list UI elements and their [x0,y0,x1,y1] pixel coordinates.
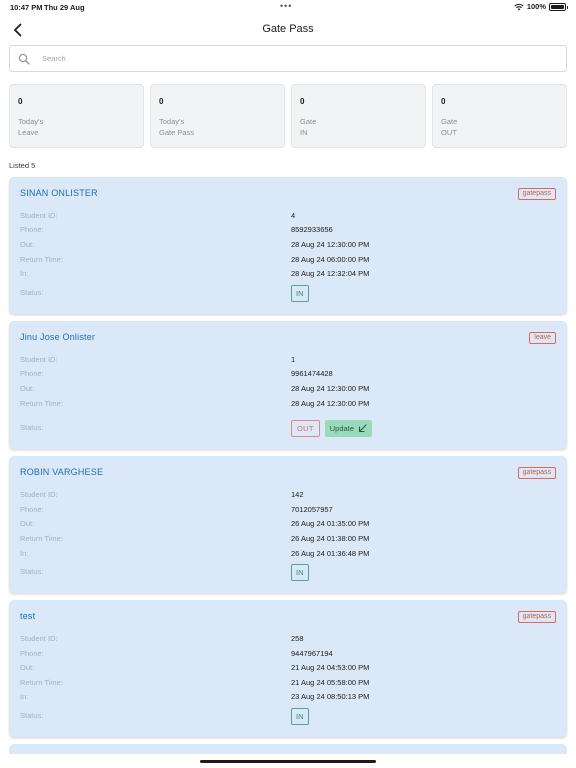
phone-label: Phone: [20,369,44,379]
search-icon [18,53,30,65]
return-time-value: 21 Aug 24 05:58:00 PM [291,677,370,687]
phone-value: 8592933656 [291,225,333,235]
stat-gate-out[interactable]: 0 Gate OUT [432,84,567,148]
arrow-down-left-icon [358,424,367,433]
phone-value: 9961474428 [291,369,333,379]
in-value: 26 Aug 24 01:36:48 PM [291,548,370,558]
gate-pass-card[interactable]: ROBIN VARGHESE gatepass Student ID: 142 P… [9,456,567,594]
student-id-label: Student ID: [20,210,58,220]
status-in-badge: IN [291,564,309,582]
student-id-label: Student ID: [20,634,58,644]
nav-bar: Gate Pass [0,16,576,44]
pass-type-badge: gatepass [517,467,556,480]
gate-pass-card[interactable]: SINAN ONLISTER gatepass Student ID: 4 Pho… [9,177,567,314]
in-value: 23 Aug 24 08:50:13 PM [291,692,370,702]
out-value: 28 Aug 24 12:30:00 PM [291,239,370,249]
in-label: In: [20,692,29,702]
wifi-icon [514,3,524,10]
stat-count: 0 [441,97,446,106]
battery-icon [549,2,568,11]
student-name: Jinu Jose Onlister [20,331,96,342]
return-time-value: 26 Aug 24 01:38:00 PM [291,533,370,543]
status-label: Status: [20,423,44,433]
pass-type-badge: gatepass [517,188,556,200]
out-label: Out: [20,239,35,249]
return-time-label: Return Time: [20,398,63,408]
gate-pass-list: SINAN ONLISTER gatepass Student ID: 4 Pho… [9,177,567,755]
stat-count: 0 [300,97,305,106]
pass-type-badge: gatepass [517,611,556,624]
battery-fill [551,4,564,9]
student-name: ROBIN VARGHESE [20,467,104,478]
pass-type-badge: leave [529,331,556,344]
status-date: Thu 29 Aug [44,3,85,12]
phone-label: Phone: [20,648,44,658]
phone-label: Phone: [20,225,44,235]
out-value: 28 Aug 24 12:30:00 PM [291,383,370,393]
page-title: Gate Pass [262,23,314,35]
in-label: In: [20,269,29,279]
in-value: 28 Aug 24 12:32:04 PM [291,269,370,279]
status-out-badge: OUT [291,420,320,438]
phone-value: 7012057957 [291,504,333,514]
home-indicator[interactable] [200,760,376,763]
battery-percent: 100% [526,2,546,11]
student-id-value: 258 [291,634,304,644]
stats-row: 0 Today's Leave 0 Today's Gate Pass 0 Ga… [9,84,567,148]
listed-count: Listed 5 [9,161,36,170]
stat-todays-gate-pass[interactable]: 0 Today's Gate Pass [150,84,285,148]
status-label: Status: [20,711,44,721]
out-label: Out: [20,383,35,393]
status-in-badge: IN [291,284,309,302]
stat-label: Today's Gate Pass [159,117,195,137]
status-time: 10:47 PM [10,3,43,12]
return-time-value: 28 Aug 24 06:00:00 PM [291,254,370,264]
gate-pass-card-partial[interactable] [9,744,567,755]
update-label: Update [329,424,354,434]
phone-label: Phone: [20,504,44,514]
in-label: In: [20,548,29,558]
return-time-value: 28 Aug 24 12:30:00 PM [291,398,370,408]
student-name: test [20,611,36,622]
out-value: 26 Aug 24 01:35:00 PM [291,519,370,529]
stat-label: Today's Leave [18,117,44,137]
update-button[interactable]: Update [324,420,372,438]
search-bar[interactable] [9,45,567,72]
return-time-label: Return Time: [20,677,63,687]
return-time-label: Return Time: [20,533,63,543]
out-label: Out: [20,663,35,673]
out-value: 21 Aug 24 04:53:00 PM [291,663,370,673]
status-bar: 10:47 PM Thu 29 Aug ••• 100% [0,0,576,16]
stat-count: 0 [18,97,23,106]
status-label: Status: [20,287,44,297]
out-label: Out: [20,519,35,529]
stat-todays-leave[interactable]: 0 Today's Leave [9,84,144,148]
student-name: SINAN ONLISTER [20,188,98,198]
phone-value: 9447967194 [291,648,333,658]
search-input[interactable] [42,54,542,63]
student-id-value: 4 [291,210,296,220]
student-id-label: Student ID: [20,490,58,500]
status-label: Status: [20,567,44,577]
stat-label: Gate OUT [441,117,458,137]
student-id-value: 142 [291,490,304,500]
multitasking-dots-icon[interactable]: ••• [280,1,292,11]
stat-label: Gate IN [300,117,317,137]
gate-pass-card[interactable]: test gatepass Student ID: 258 Phone: 94479… [9,600,567,738]
stat-gate-in[interactable]: 0 Gate IN [291,84,426,148]
stat-count: 0 [159,97,164,106]
gate-pass-card[interactable]: Jinu Jose Onlister leave Student ID: 1 Ph… [9,320,567,450]
student-id-label: Student ID: [20,354,58,364]
student-id-value: 1 [291,354,296,364]
return-time-label: Return Time: [20,254,63,264]
status-in-badge: IN [291,708,309,726]
